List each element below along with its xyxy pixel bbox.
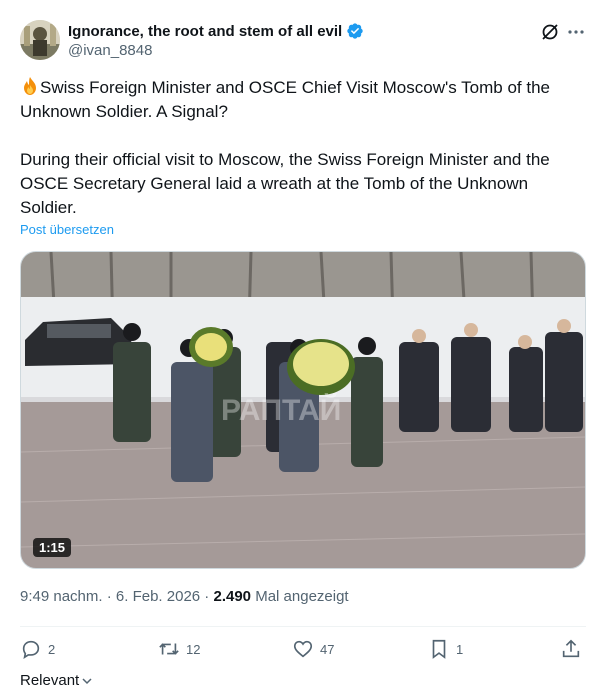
bookmark-count: 1: [456, 641, 464, 657]
divider: [20, 626, 586, 627]
translate-post-link[interactable]: Post übersetzen: [20, 222, 114, 237]
action-bar: 2 12 47 1: [20, 636, 586, 664]
post-time[interactable]: 9:49 nachm.: [20, 588, 103, 605]
repost-count: 12: [186, 641, 201, 657]
post-text: Swiss Foreign Minister and OSCE Chief Vi…: [20, 76, 586, 220]
author-display-name[interactable]: Ignorance, the root and stem of all evil: [68, 23, 342, 40]
video-player[interactable]: PAПTAЙ 1:15: [20, 251, 586, 569]
reply-count: 2: [48, 641, 56, 657]
like-button[interactable]: 47: [292, 638, 334, 660]
view-count: 2.490: [213, 588, 252, 605]
post-headline: Swiss Foreign Minister and OSCE Chief Vi…: [20, 76, 586, 124]
post-meta: 9:49 nachm. · 6. Feb. 2026 · 2.490 Mal a…: [20, 588, 349, 605]
fire-emoji-icon: [24, 77, 36, 95]
grok-icon[interactable]: [540, 22, 560, 42]
heart-icon: [293, 640, 313, 658]
video-duration-badge: 1:15: [33, 538, 72, 557]
verified-badge-icon: [347, 23, 363, 39]
reply-icon: [22, 640, 40, 659]
share-button[interactable]: [560, 638, 582, 660]
more-options-icon[interactable]: [566, 22, 586, 42]
like-count: 47: [320, 641, 335, 657]
video-thumbnail: PAПTAЙ: [21, 252, 585, 568]
view-count-label: Mal angezeigt: [255, 588, 349, 605]
sort-label: Relevant: [20, 672, 80, 689]
sort-replies-dropdown[interactable]: Relevant: [20, 672, 93, 689]
tweet-card: Ignorance, the root and stem of all evil…: [0, 0, 615, 698]
repost-icon: [159, 643, 179, 655]
video-watermark: PAПTAЙ: [221, 393, 341, 427]
avatar[interactable]: [20, 20, 60, 60]
bookmark-button[interactable]: 1: [428, 638, 463, 660]
chevron-down-icon: [82, 677, 92, 684]
post-date[interactable]: 6. Feb. 2026: [116, 588, 200, 605]
author-handle[interactable]: @ivan_8848: [68, 42, 152, 59]
reply-button[interactable]: 2: [20, 638, 55, 660]
post-body: During their official visit to Moscow, t…: [20, 150, 550, 217]
author-name-row[interactable]: Ignorance, the root and stem of all evil: [68, 22, 364, 40]
share-icon: [562, 639, 580, 658]
post-headline-text: Swiss Foreign Minister and OSCE Chief Vi…: [20, 78, 550, 121]
repost-button[interactable]: 12: [158, 638, 200, 660]
bookmark-icon: [432, 639, 446, 659]
